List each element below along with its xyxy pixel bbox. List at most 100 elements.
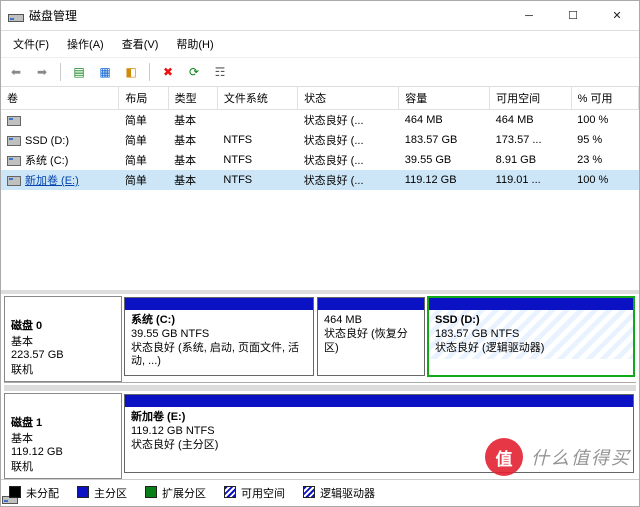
disk-1-label: 磁盘 1 bbox=[11, 414, 115, 430]
list-icon[interactable]: ☶ bbox=[209, 61, 231, 83]
column-header[interactable]: 卷 bbox=[1, 87, 119, 110]
partition-c-status: 状态良好 (系统, 启动, 页面文件, 活动, ...) bbox=[131, 342, 307, 370]
volume-icon bbox=[7, 136, 21, 146]
partition-c-title: 系统 (C:) bbox=[131, 314, 307, 328]
table-row[interactable]: 简单基本状态良好 (...464 MB464 MB100 % bbox=[1, 110, 639, 131]
toolbar-separator bbox=[60, 63, 61, 81]
disk-0-label: 磁盘 0 bbox=[11, 317, 115, 333]
menu-file[interactable]: 文件(F) bbox=[5, 33, 57, 55]
window-controls: ─ ☐ ✕ bbox=[507, 1, 639, 30]
column-header[interactable]: 可用空间 bbox=[490, 87, 571, 110]
table-row[interactable]: 系统 (C:) 简单基本NTFS状态良好 (...39.55 GB8.91 GB2… bbox=[1, 150, 639, 170]
refresh-icon[interactable]: ⟳ bbox=[183, 61, 205, 83]
menu-view[interactable]: 查看(V) bbox=[114, 33, 167, 55]
partition-band bbox=[125, 395, 633, 407]
cell-free: 173.57 ... bbox=[490, 130, 571, 150]
column-header[interactable]: 状态 bbox=[298, 87, 399, 110]
cell-fs: NTFS bbox=[217, 150, 297, 170]
disk-1-info[interactable]: 磁盘 1 基本 119.12 GB 联机 bbox=[4, 393, 122, 479]
cell-pct: 23 % bbox=[571, 150, 638, 170]
minimize-button[interactable]: ─ bbox=[507, 1, 551, 30]
volume-name: SSD (D:) bbox=[25, 135, 69, 147]
cell-free: 464 MB bbox=[490, 110, 571, 131]
view-top-button[interactable]: ▤ bbox=[68, 61, 90, 83]
disk-mgmt-icon bbox=[7, 8, 23, 24]
column-header[interactable]: 文件系统 bbox=[217, 87, 297, 110]
cell-pct: 100 % bbox=[571, 110, 638, 131]
close-button[interactable]: ✕ bbox=[595, 1, 639, 30]
partition-rec-status: 状态良好 (恢复分区) bbox=[324, 328, 418, 356]
cell-pct: 95 % bbox=[571, 130, 638, 150]
column-header[interactable]: % 可用 bbox=[571, 87, 638, 110]
disk-0-info[interactable]: 磁盘 0 基本 223.57 GB 联机 bbox=[4, 296, 122, 382]
cell-status: 状态良好 (... bbox=[298, 170, 399, 190]
swatch-green bbox=[145, 486, 157, 498]
partition-c-size: 39.55 GB NTFS bbox=[131, 328, 307, 342]
cell-status: 状态良好 (... bbox=[298, 150, 399, 170]
volume-name: 新加卷 (E:) bbox=[25, 175, 79, 187]
toolbar: ⬅ ➡ ▤ ▦ ◧ ✖ ⟳ ☶ bbox=[1, 58, 639, 87]
disk-1-status: 联机 bbox=[11, 458, 115, 474]
legend-extended: 扩展分区 bbox=[145, 485, 206, 501]
disk-layout-pane[interactable]: 磁盘 0 基本 223.57 GB 联机 系统 (C:) 39.55 GB NT… bbox=[1, 294, 639, 479]
cell-capacity: 119.12 GB bbox=[399, 170, 490, 190]
cell-type: 基本 bbox=[168, 130, 217, 150]
cell-fs bbox=[217, 110, 297, 131]
back-button[interactable]: ⬅ bbox=[5, 61, 27, 83]
disk-row-0: 磁盘 0 基本 223.57 GB 联机 系统 (C:) 39.55 GB NT… bbox=[4, 296, 636, 383]
swatch-blue bbox=[77, 486, 89, 498]
cell-fs: NTFS bbox=[217, 130, 297, 150]
cell-capacity: 183.57 GB bbox=[399, 130, 490, 150]
forward-button[interactable]: ➡ bbox=[31, 61, 53, 83]
partition-e[interactable]: 新加卷 (E:) 119.12 GB NTFS 状态良好 (主分区) bbox=[124, 394, 634, 473]
cell-status: 状态良好 (... bbox=[298, 110, 399, 131]
disk-0-status: 联机 bbox=[11, 361, 115, 377]
maximize-button[interactable]: ☐ bbox=[551, 1, 595, 30]
volume-icon bbox=[7, 176, 21, 186]
menu-help[interactable]: 帮助(H) bbox=[168, 33, 221, 55]
partition-d-size: 183.57 GB NTFS bbox=[435, 328, 627, 342]
view-bottom-button[interactable]: ▦ bbox=[94, 61, 116, 83]
properties-button[interactable]: ◧ bbox=[120, 61, 142, 83]
partition-band bbox=[318, 298, 424, 310]
partition-d[interactable]: SSD (D:) 183.57 GB NTFS 状态良好 (逻辑驱动器) bbox=[428, 297, 634, 376]
partition-d-title: SSD (D:) bbox=[435, 314, 627, 328]
volume-name: 系统 (C:) bbox=[25, 155, 68, 167]
cell-type: 基本 bbox=[168, 150, 217, 170]
disk-icon bbox=[11, 398, 27, 414]
table-row[interactable]: 新加卷 (E:)简单基本NTFS状态良好 (...119.12 GB119.01… bbox=[1, 170, 639, 190]
disk-1-type: 基本 bbox=[11, 430, 115, 446]
content-area: 卷布局类型文件系统状态容量可用空间% 可用 简单基本状态良好 (...464 M… bbox=[1, 87, 639, 506]
cell-pct: 100 % bbox=[571, 170, 638, 190]
disk-row-1: 磁盘 1 基本 119.12 GB 联机 新加卷 (E:) 119.12 GB … bbox=[4, 393, 636, 479]
disk-1-size: 119.12 GB bbox=[11, 446, 115, 458]
disk-separator[interactable] bbox=[4, 385, 636, 391]
column-header[interactable]: 布局 bbox=[119, 87, 168, 110]
disk-management-window: 磁盘管理 ─ ☐ ✕ 文件(F) 操作(A) 查看(V) 帮助(H) ⬅ ➡ ▤… bbox=[0, 0, 640, 507]
partition-recovery[interactable]: 464 MB 状态良好 (恢复分区) bbox=[317, 297, 425, 376]
cell-layout: 简单 bbox=[119, 110, 168, 131]
cell-layout: 简单 bbox=[119, 150, 168, 170]
volume-table: 卷布局类型文件系统状态容量可用空间% 可用 简单基本状态良好 (...464 M… bbox=[1, 87, 639, 190]
delete-icon[interactable]: ✖ bbox=[157, 61, 179, 83]
window-title: 磁盘管理 bbox=[29, 7, 507, 24]
volume-list-pane[interactable]: 卷布局类型文件系统状态容量可用空间% 可用 简单基本状态良好 (...464 M… bbox=[1, 87, 639, 294]
column-header[interactable]: 类型 bbox=[168, 87, 217, 110]
legend-logical: 逻辑驱动器 bbox=[303, 485, 375, 501]
cell-capacity: 464 MB bbox=[399, 110, 490, 131]
cell-capacity: 39.55 GB bbox=[399, 150, 490, 170]
legend-free: 可用空间 bbox=[224, 485, 285, 501]
menu-action[interactable]: 操作(A) bbox=[59, 33, 112, 55]
partition-e-title: 新加卷 (E:) bbox=[131, 411, 627, 425]
column-header[interactable]: 容量 bbox=[399, 87, 490, 110]
cell-free: 8.91 GB bbox=[490, 150, 571, 170]
disk-0-map: 系统 (C:) 39.55 GB NTFS 状态良好 (系统, 启动, 页面文件… bbox=[122, 296, 636, 382]
cell-type: 基本 bbox=[168, 110, 217, 131]
partition-e-status: 状态良好 (主分区) bbox=[131, 439, 627, 453]
partition-d-status: 状态良好 (逻辑驱动器) bbox=[435, 342, 627, 356]
partition-e-size: 119.12 GB NTFS bbox=[131, 425, 627, 439]
table-row[interactable]: SSD (D:)简单基本NTFS状态良好 (...183.57 GB173.57… bbox=[1, 130, 639, 150]
partition-band bbox=[125, 298, 313, 310]
cell-type: 基本 bbox=[168, 170, 217, 190]
partition-c[interactable]: 系统 (C:) 39.55 GB NTFS 状态良好 (系统, 启动, 页面文件… bbox=[124, 297, 314, 376]
